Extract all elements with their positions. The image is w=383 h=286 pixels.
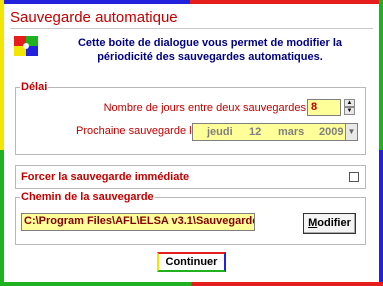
date-day: 12 [249,126,262,138]
dialog-title: Sauvegarde automatique [10,9,178,26]
forcer-label: Forcer la sauvegarde immédiate [21,171,190,183]
spin-up-icon[interactable]: ▲ [344,99,355,107]
jours-input[interactable]: 8 [307,99,341,116]
border-left-bottom [0,150,4,286]
title-divider [10,28,373,29]
date-picker[interactable]: jeudi 12 mars 2009 ▼ [192,123,358,141]
intro-line-2: périodicité des sauvegardes automatiques… [97,51,323,63]
modifier-accel: M [308,217,318,229]
jours-stepper[interactable]: 8 ▲ ▼ [307,99,356,116]
elsa-logo-icon [14,36,38,56]
forcer-group: Forcer la sauvegarde immédiate [15,165,366,189]
delai-group-label: Délai [20,81,49,93]
delai-group: Délai Nombre de jours entre deux sauvega… [15,81,366,155]
intro-line-1: Cette boite de dialogue vous permet de m… [77,37,343,49]
forcer-checkbox[interactable] [349,172,359,182]
date-weekday: jeudi [207,126,233,138]
date-month: mars [278,126,305,138]
border-right-bottom [379,150,383,286]
date-year: 2009 [319,126,344,138]
modifier-button[interactable]: Modifier [303,213,356,234]
chevron-down-icon[interactable]: ▼ [345,124,357,140]
chemin-group: Chemin de la sauvegarde C:\Program Files… [15,191,366,245]
jours-label: Nombre de jours entre deux sauvegardes [103,102,306,114]
intro-text: Cette boite de dialogue vous permet de m… [60,36,360,64]
border-top-left [0,0,190,4]
border-top-right [190,0,383,4]
prochaine-label: Prochaine sauvegarde le [76,125,198,137]
border-bottom [0,282,383,286]
spin-down-icon[interactable]: ▼ [344,107,355,115]
chemin-group-label: Chemin de la sauvegarde [20,191,155,203]
modifier-label: odifier [317,217,351,229]
continuer-button[interactable]: Continuer [157,252,226,272]
stepper-buttons: ▲ ▼ [344,99,355,116]
border-left-top [0,0,4,150]
border-right-top [379,0,383,150]
path-input[interactable]: C:\Program Files\AFL\ELSA v3.1\Sauvegard… [21,213,255,231]
